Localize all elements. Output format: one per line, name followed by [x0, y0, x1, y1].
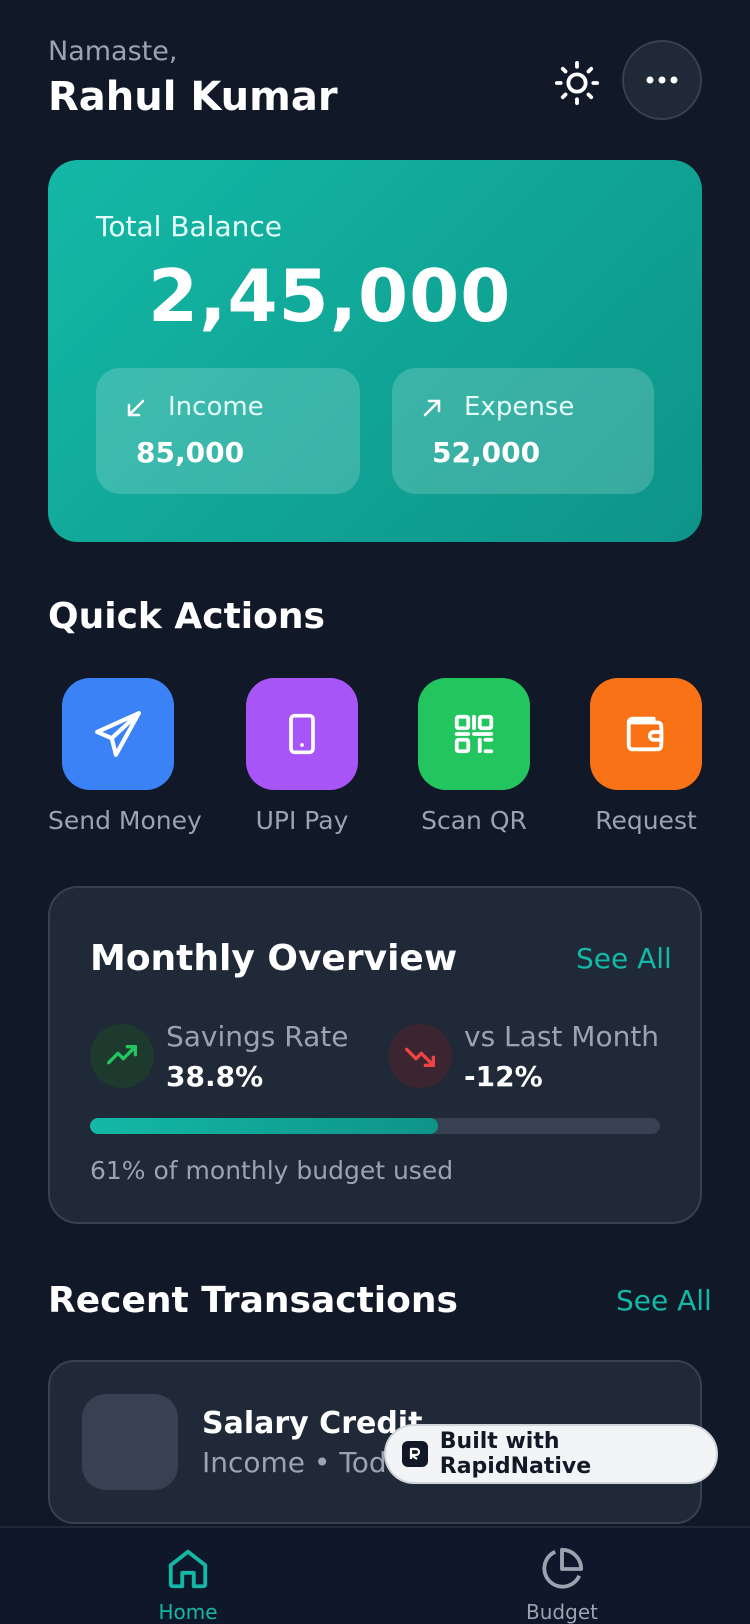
- income-label: Income: [168, 392, 264, 422]
- user-name: Rahul Kumar: [48, 74, 338, 120]
- vs-last-month-label: vs Last Month: [464, 1020, 660, 1053]
- expense-label: Expense: [464, 392, 575, 422]
- scan-qr-label: Scan QR: [421, 806, 527, 835]
- expense-card[interactable]: Expense 52,000: [392, 368, 654, 494]
- budget-progress-fill: [90, 1118, 438, 1134]
- monthly-overview-title: Monthly Overview: [90, 938, 458, 979]
- transaction-avatar: [82, 1394, 178, 1490]
- upi-pay-label: UPI Pay: [255, 806, 349, 835]
- sun-icon: [554, 60, 600, 106]
- vs-last-month-badge: [388, 1024, 452, 1088]
- upi-pay-tile[interactable]: [246, 678, 358, 790]
- more-horizontal-icon: [646, 76, 678, 84]
- arrow-up-right-icon: [423, 399, 441, 417]
- balance-value: 2,45,000: [148, 254, 512, 338]
- overview-see-all-link[interactable]: See All: [576, 942, 672, 975]
- more-options-button[interactable]: [622, 40, 702, 120]
- transactions-see-all-link[interactable]: See All: [616, 1284, 712, 1317]
- send-icon: [95, 711, 141, 757]
- scan-qr-action[interactable]: Scan QR: [404, 678, 544, 835]
- recent-transactions-title: Recent Transactions: [48, 1280, 458, 1321]
- savings-rate-badge: [90, 1024, 154, 1088]
- nav-budget-label: Budget: [526, 1600, 598, 1624]
- request-action[interactable]: Request: [576, 678, 716, 835]
- header: Namaste, Rahul Kumar: [48, 34, 702, 124]
- qr-code-icon: [454, 714, 494, 754]
- upi-pay-action[interactable]: UPI Pay: [232, 678, 372, 835]
- quick-actions-title: Quick Actions: [48, 596, 325, 637]
- expense-value: 52,000: [432, 436, 541, 469]
- savings-rate-value: 38.8%: [166, 1060, 264, 1093]
- send-money-label: Send Money: [48, 806, 202, 835]
- smartphone-icon: [289, 713, 315, 755]
- greeting-text: Namaste,: [48, 36, 178, 67]
- balance-label: Total Balance: [96, 210, 282, 243]
- budget-used-note: 61% of monthly budget used: [90, 1156, 454, 1185]
- nav-home-label: Home: [158, 1600, 218, 1624]
- request-label: Request: [595, 806, 697, 835]
- trending-up-icon: [107, 1045, 137, 1065]
- scan-qr-tile[interactable]: [418, 678, 530, 790]
- built-with-badge[interactable]: Built with RapidNative: [384, 1424, 718, 1484]
- budget-progress-track: [90, 1118, 660, 1134]
- request-tile[interactable]: [590, 678, 702, 790]
- built-with-text: Built with RapidNative: [439, 1429, 592, 1479]
- home-icon: [168, 1549, 208, 1589]
- monthly-overview-card: Monthly Overview See All Savings Rate 38…: [48, 886, 702, 1224]
- nav-item-budget[interactable]: Budget: [492, 1546, 632, 1624]
- trending-down-icon: [405, 1047, 435, 1067]
- bottom-nav: Home Budget: [0, 1526, 750, 1624]
- arrow-down-left-icon: [127, 399, 145, 417]
- rapidnative-logo-icon: [402, 1441, 428, 1467]
- savings-rate-label: Savings Rate: [166, 1020, 349, 1053]
- vs-last-month-value: -12%: [464, 1060, 543, 1093]
- pie-chart-icon: [542, 1547, 584, 1589]
- income-card[interactable]: Income 85,000: [96, 368, 360, 494]
- send-money-tile[interactable]: [62, 678, 174, 790]
- balance-card: Total Balance 2,45,000 Income 85,000 Exp…: [48, 160, 702, 542]
- nav-item-home[interactable]: Home: [118, 1546, 258, 1624]
- wallet-icon: [626, 716, 664, 752]
- income-value: 85,000: [136, 436, 245, 469]
- send-money-action[interactable]: Send Money: [48, 678, 202, 835]
- theme-toggle-button[interactable]: [548, 54, 606, 112]
